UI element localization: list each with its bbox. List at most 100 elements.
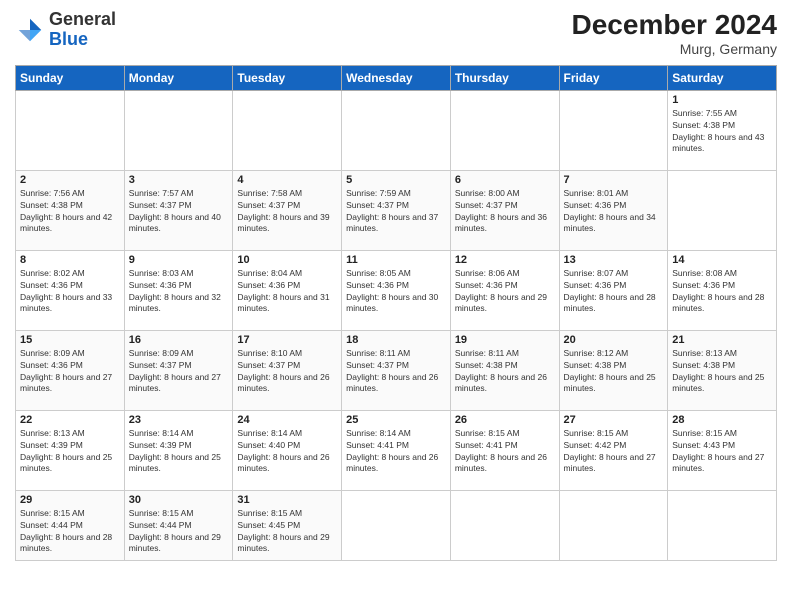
sunrise: Sunrise: 7:57 AM	[129, 188, 194, 198]
sunset: Sunset: 4:36 PM	[20, 360, 83, 370]
sunset: Sunset: 4:44 PM	[129, 520, 192, 530]
daylight: Daylight: 8 hours and 36 minutes.	[455, 212, 547, 234]
sunrise: Sunrise: 7:58 AM	[237, 188, 302, 198]
sunrise: Sunrise: 8:05 AM	[346, 268, 411, 278]
daylight: Daylight: 8 hours and 26 minutes.	[455, 452, 547, 474]
day-number: 13	[564, 254, 664, 266]
daylight: Daylight: 8 hours and 27 minutes.	[564, 452, 656, 474]
sunset: Sunset: 4:36 PM	[455, 280, 518, 290]
sunrise: Sunrise: 8:15 AM	[455, 428, 520, 438]
day-info: Sunrise: 8:14 AMSunset: 4:40 PMDaylight:…	[237, 428, 337, 476]
day-info: Sunrise: 8:13 AMSunset: 4:39 PMDaylight:…	[20, 428, 120, 476]
daylight: Daylight: 8 hours and 40 minutes.	[129, 212, 221, 234]
day-number: 21	[672, 334, 772, 346]
day-info: Sunrise: 8:15 AM Sunset: 4:41 PM Daylight:…	[455, 428, 555, 476]
day-number: 9	[129, 254, 229, 266]
day-info: Sunrise: 8:05 AM Sunset: 4:36 PM Daylight:…	[346, 268, 446, 316]
daylight: Daylight: 8 hours and 34 minutes.	[564, 212, 656, 234]
week-row-2: 2Sunrise: 7:56 AMSunset: 4:38 PMDaylight…	[16, 170, 777, 250]
day-number: 19	[455, 334, 555, 346]
day-number: 10	[237, 254, 337, 266]
sunset: Sunset: 4:36 PM	[237, 280, 300, 290]
sunset: Sunset: 4:36 PM	[346, 280, 409, 290]
calendar-cell	[559, 490, 668, 560]
daylight: Daylight: 8 hours and 25 minutes.	[129, 452, 221, 474]
col-monday: Monday	[124, 65, 233, 90]
sunset: Sunset: 4:40 PM	[237, 440, 300, 450]
logo: General Blue	[15, 10, 116, 50]
daylight: Daylight: 8 hours and 26 minutes.	[237, 452, 329, 474]
sunrise: Sunrise: 8:13 AM	[672, 348, 737, 358]
calendar-cell	[233, 90, 342, 170]
calendar-cell: 8Sunrise: 8:02 AMSunset: 4:36 PMDaylight…	[16, 250, 125, 330]
sunset: Sunset: 4:41 PM	[346, 440, 409, 450]
sunset: Sunset: 4:36 PM	[129, 280, 192, 290]
sunrise: Sunrise: 8:09 AM	[20, 348, 85, 358]
day-number: 26	[455, 414, 555, 426]
sunset: Sunset: 4:39 PM	[129, 440, 192, 450]
calendar-cell: 16Sunrise: 8:09 AMSunset: 4:37 PMDayligh…	[124, 330, 233, 410]
calendar-cell: 12Sunrise: 8:06 AMSunset: 4:36 PMDayligh…	[450, 250, 559, 330]
day-info: Sunrise: 8:11 AMSunset: 4:38 PMDaylight:…	[455, 348, 555, 396]
day-number: 23	[129, 414, 229, 426]
day-info: Sunrise: 8:07 AMSunset: 4:36 PMDaylight:…	[564, 268, 664, 316]
calendar-cell: 29Sunrise: 8:15 AMSunset: 4:44 PMDayligh…	[16, 490, 125, 560]
daylight: Daylight: 8 hours and 33 minutes.	[20, 292, 112, 314]
sunset: Sunset: 4:41 PM	[455, 440, 518, 450]
day-number: 7	[564, 174, 664, 186]
day-info: Sunrise: 8:03 AMSunset: 4:36 PMDaylight:…	[129, 268, 229, 316]
logo-text: General Blue	[49, 10, 116, 50]
sunrise: Sunrise: 8:06 AM	[455, 268, 520, 278]
day-info: Sunrise: 8:08 AMSunset: 4:36 PMDaylight:…	[672, 268, 772, 316]
sunrise: Sunrise: 8:13 AM	[20, 428, 85, 438]
sunrise: Sunrise: 8:02 AM	[20, 268, 85, 278]
sunrise: Sunrise: 8:09 AM	[129, 348, 194, 358]
sunrise: Sunrise: 8:11 AM	[346, 348, 410, 358]
day-info: Sunrise: 8:15 AMSunset: 4:42 PMDaylight:…	[564, 428, 664, 476]
col-saturday: Saturday	[668, 65, 777, 90]
daylight: Daylight: 8 hours and 27 minutes.	[672, 452, 764, 474]
sunrise: Sunrise: 8:14 AM	[346, 428, 411, 438]
day-info: Sunrise: 8:15 AMSunset: 4:44 PMDaylight:…	[129, 508, 229, 556]
daylight: Daylight: 8 hours and 31 minutes.	[237, 292, 329, 314]
calendar-cell	[668, 490, 777, 560]
daylight: Daylight: 8 hours and 30 minutes.	[346, 292, 438, 314]
sunrise: Sunrise: 8:10 AM	[237, 348, 302, 358]
sunrise: Sunrise: 8:11 AM	[455, 348, 519, 358]
sunset: Sunset: 4:37 PM	[129, 200, 192, 210]
day-number: 28	[672, 414, 772, 426]
sunset: Sunset: 4:38 PM	[672, 360, 735, 370]
calendar-cell: 31Sunrise: 8:15 AMSunset: 4:45 PMDayligh…	[233, 490, 342, 560]
sunset: Sunset: 4:36 PM	[564, 280, 627, 290]
calendar-cell: 24Sunrise: 8:14 AMSunset: 4:40 PMDayligh…	[233, 410, 342, 490]
sunrise: Sunrise: 8:01 AM	[564, 188, 629, 198]
sunrise: Sunrise: 8:03 AM	[129, 268, 194, 278]
daylight: Daylight: 8 hours and 28 minutes.	[20, 532, 112, 554]
sunrise: Sunrise: 8:15 AM	[237, 508, 302, 518]
day-number: 25	[346, 414, 446, 426]
day-number: 17	[237, 334, 337, 346]
sunrise: Sunrise: 8:08 AM	[672, 268, 737, 278]
sunset: Sunset: 4:38 PM	[672, 120, 735, 130]
day-number: 1	[672, 94, 772, 106]
day-info: Sunrise: 8:10 AMSunset: 4:37 PMDaylight:…	[237, 348, 337, 396]
calendar-cell: 19 Sunrise: 8:11 AMSunset: 4:38 PMDayligh…	[450, 330, 559, 410]
logo-general: General	[49, 10, 116, 30]
logo-blue: Blue	[49, 30, 116, 50]
calendar-cell: 20 Sunrise: 8:12 AMSunset: 4:38 PMDayligh…	[559, 330, 668, 410]
day-number: 20	[564, 334, 664, 346]
day-info: Sunrise: 8:09 AM Sunset: 4:36 PM Daylight:…	[20, 348, 120, 396]
daylight: Daylight: 8 hours and 25 minutes.	[564, 372, 656, 394]
calendar-cell	[342, 490, 451, 560]
calendar-cell: 4Sunrise: 7:58 AMSunset: 4:37 PMDaylight…	[233, 170, 342, 250]
calendar-cell	[124, 90, 233, 170]
day-info: Sunrise: 8:12 AMSunset: 4:38 PMDaylight:…	[564, 348, 664, 396]
month-year: December 2024	[572, 10, 777, 41]
day-number: 2	[20, 174, 120, 186]
calendar-cell: 26 Sunrise: 8:15 AM Sunset: 4:41 PM Dayligh…	[450, 410, 559, 490]
calendar-cell: 10Sunrise: 8:04 AMSunset: 4:36 PMDayligh…	[233, 250, 342, 330]
daylight: Daylight: 8 hours and 37 minutes.	[346, 212, 438, 234]
daylight: Daylight: 8 hours and 28 minutes.	[672, 292, 764, 314]
daylight: Daylight: 8 hours and 27 minutes.	[20, 372, 112, 394]
daylight: Daylight: 8 hours and 29 minutes.	[129, 532, 221, 554]
